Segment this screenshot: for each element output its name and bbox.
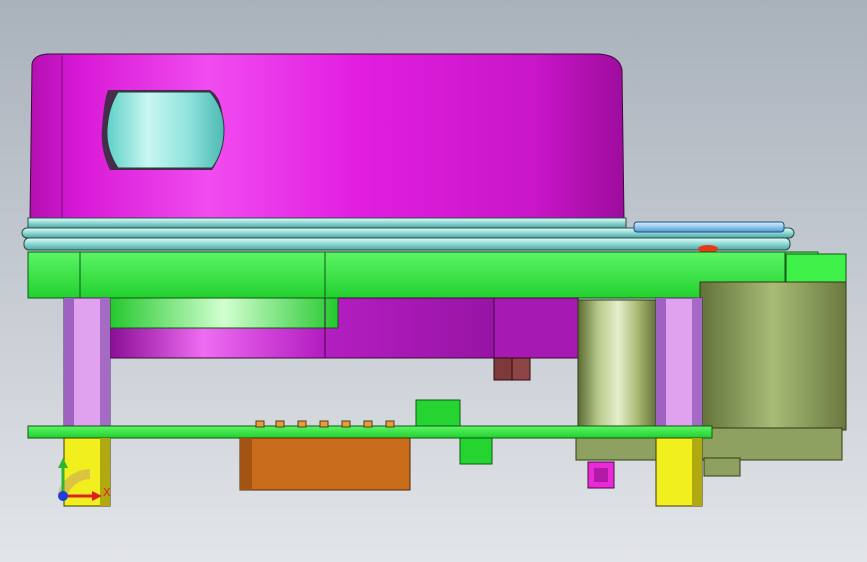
assembly-side-view[interactable]: X — [0, 0, 867, 562]
orange-connector-edge — [240, 438, 252, 490]
motor-body — [577, 299, 659, 431]
brown-tab-1 — [493, 357, 513, 381]
blue-pulley — [633, 221, 785, 233]
foot-right-shade — [692, 438, 702, 506]
housing-window — [106, 91, 225, 169]
brown-tab-2 — [511, 357, 531, 381]
x-axis-label: X — [103, 486, 111, 499]
motor-foot — [703, 457, 741, 477]
standoff-left-shade2 — [100, 298, 110, 426]
bearing-rings[interactable] — [21, 217, 795, 253]
standoff-right-shade2 — [692, 298, 702, 426]
motor-body-right — [699, 281, 847, 431]
bottom-board-chip — [415, 399, 461, 427]
orange-connector[interactable] — [239, 437, 411, 491]
drive-motor[interactable] — [575, 281, 847, 477]
small-connector-inner — [594, 468, 608, 482]
standoff-left-shade — [64, 298, 74, 426]
bottom-board-plate — [27, 425, 713, 439]
ring-upper — [27, 217, 627, 229]
standoff-right-shade — [656, 298, 666, 426]
purple-body-cap — [493, 297, 579, 359]
bottom-board-tab — [459, 437, 493, 465]
small-connector[interactable] — [587, 461, 615, 489]
green-block — [109, 297, 339, 329]
cad-viewport[interactable]: X — [0, 0, 867, 562]
top-housing[interactable] — [29, 53, 625, 221]
z-axis-dot — [58, 491, 68, 501]
ring-lower — [23, 237, 791, 251]
top-board-right-edge — [785, 253, 847, 283]
